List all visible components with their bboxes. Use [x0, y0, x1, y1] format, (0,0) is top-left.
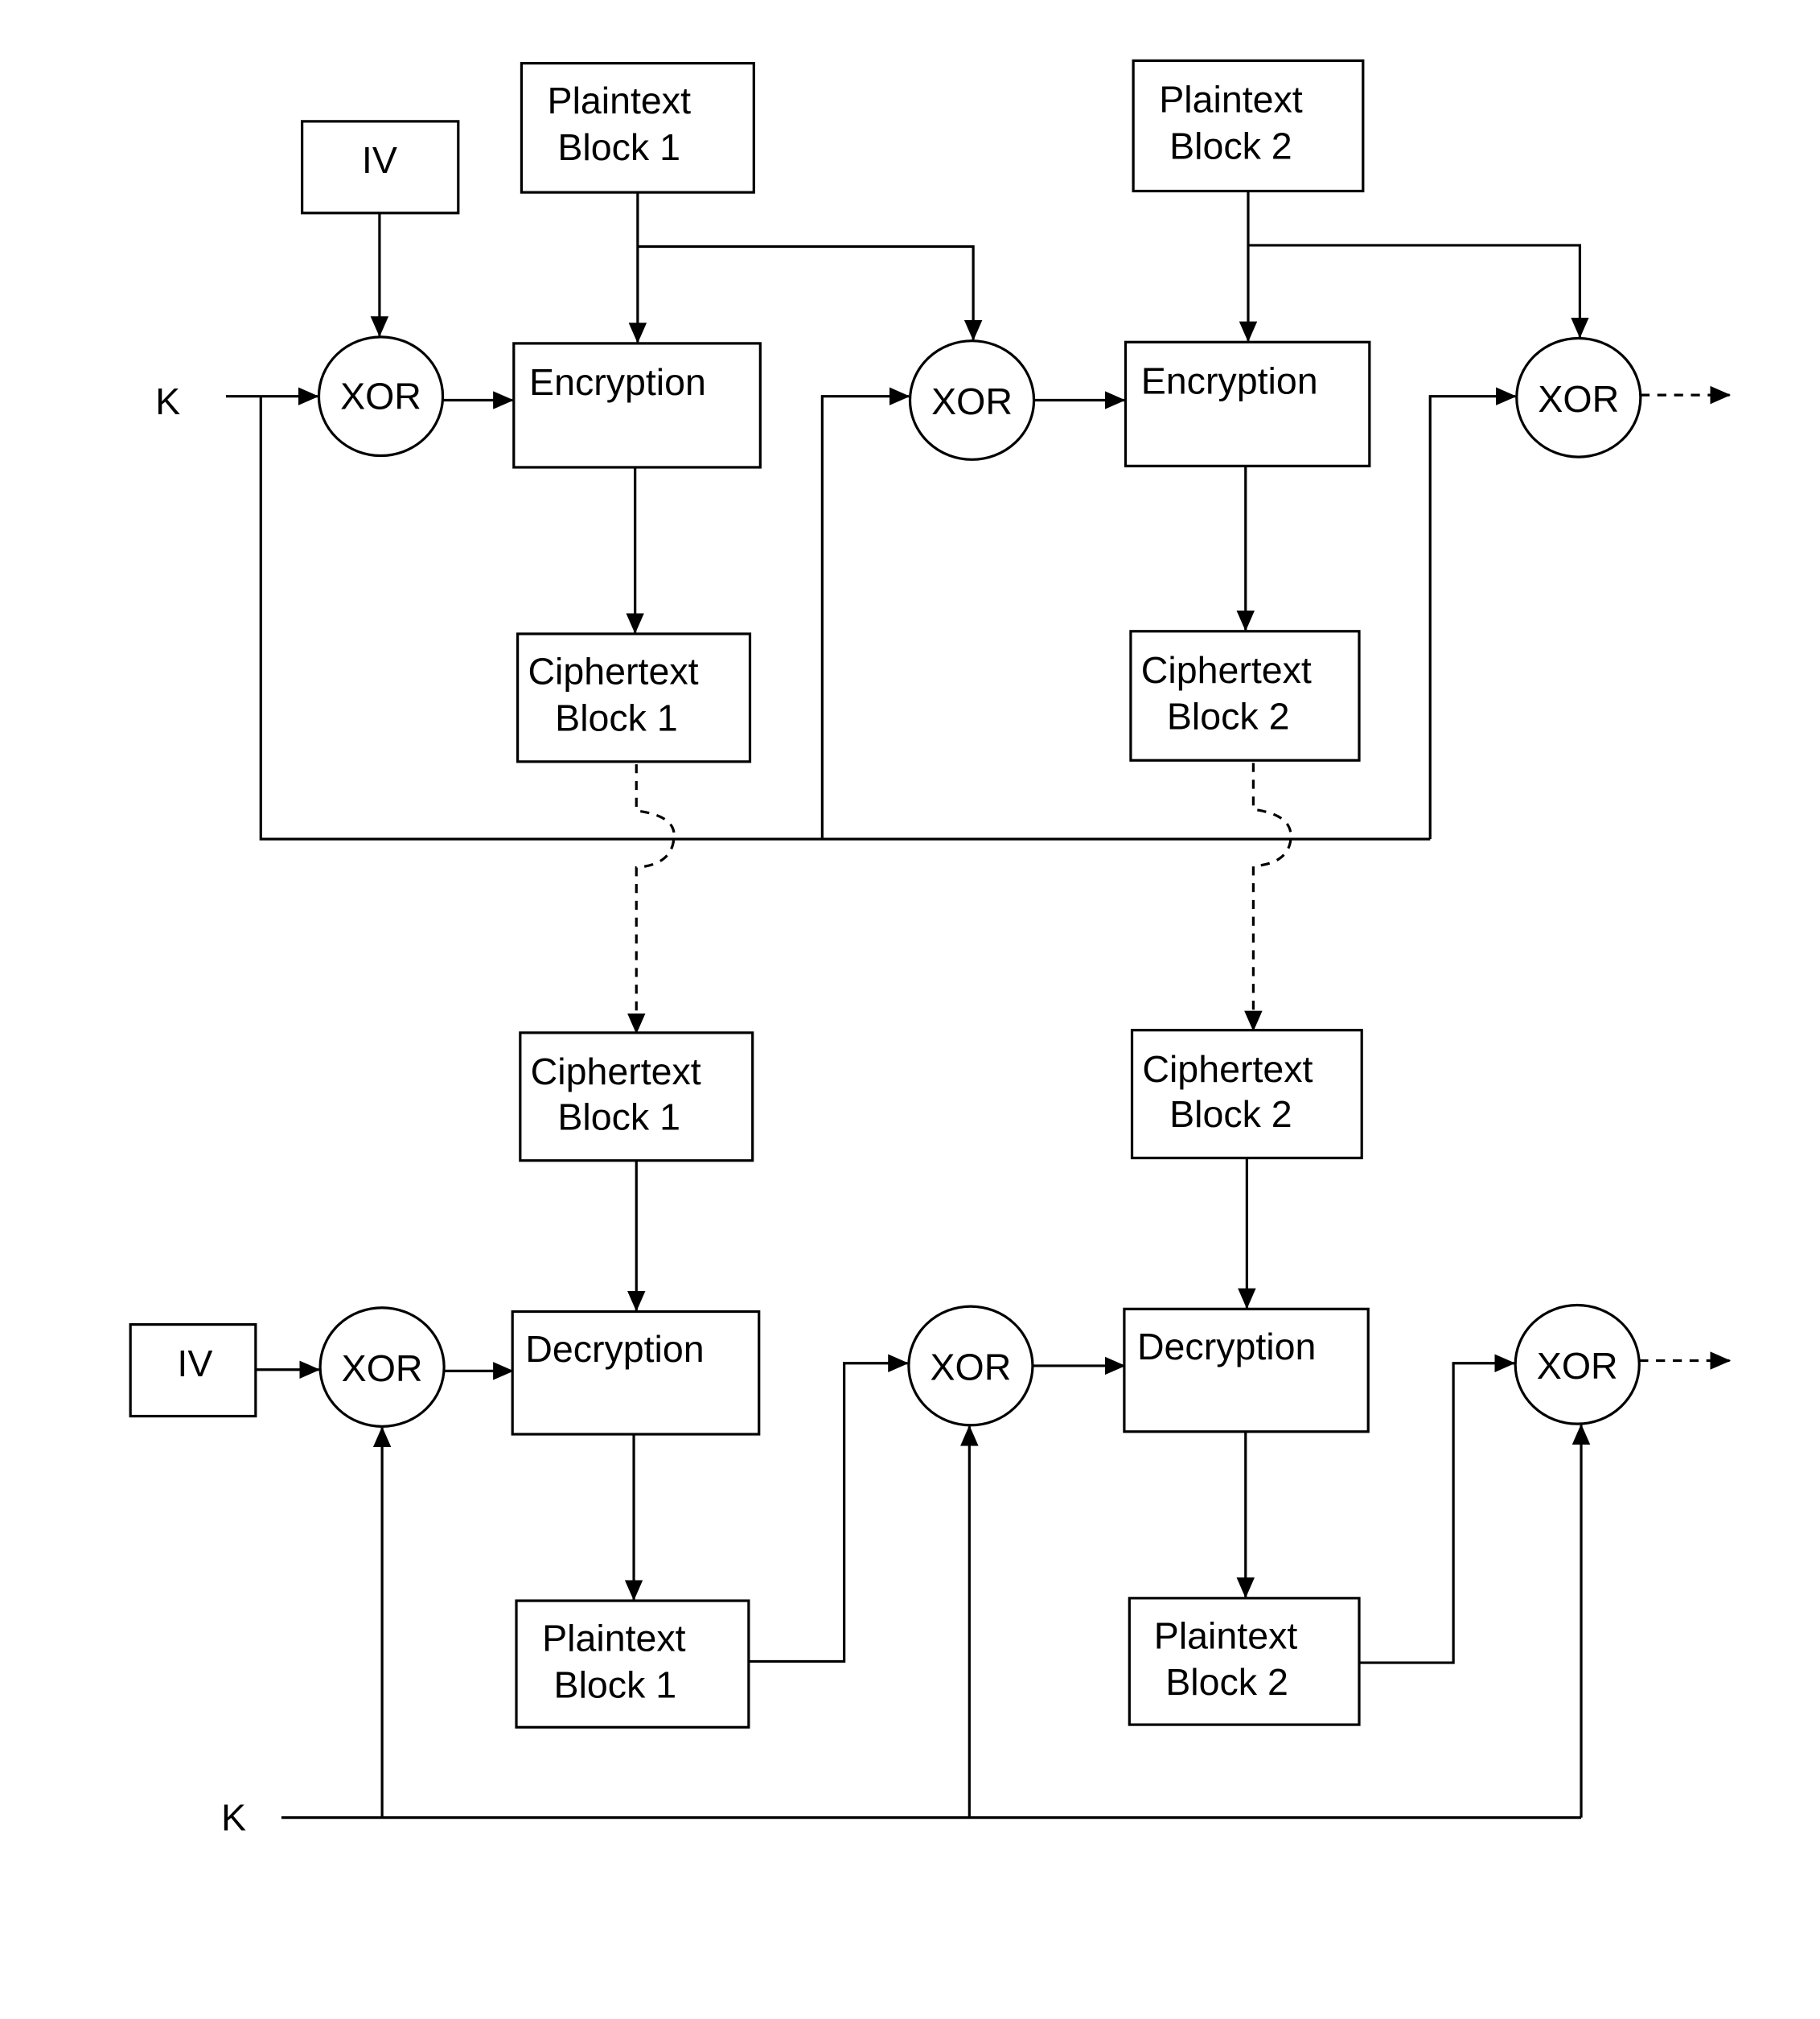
decryption-section: Ciphertext Block 1 Ciphertext Block 2 IV… [129, 1029, 1732, 1839]
plaintext-label-line1: Plaintext [548, 80, 692, 121]
ciphertext-label-line1: Ciphertext [1142, 1048, 1313, 1090]
xor-label: XOR [342, 1347, 423, 1389]
xor-label: XOR [1538, 378, 1619, 420]
ciphertext-label-line2: Block 2 [1169, 1093, 1292, 1135]
ciphertext-label-line1: Ciphertext [528, 651, 698, 693]
xor-node-bottom-3: XOR [1514, 1303, 1641, 1425]
plaintext-label-line2: Block 1 [557, 126, 680, 168]
connectors-top [225, 191, 1732, 841]
key-label-top: K [155, 380, 180, 422]
iv-box-bottom: IV [129, 1322, 257, 1418]
ciphertext-block-2-top: Ciphertext Block 2 [1129, 630, 1361, 762]
key-label-bottom: K [221, 1797, 246, 1839]
plaintext-block-1-top: Plaintext Block 1 [520, 62, 755, 194]
transfer-line-block-2 [1244, 763, 1292, 1032]
decryption-label: Decryption [525, 1328, 704, 1370]
xor-label: XOR [931, 1347, 1012, 1388]
encryption-section: K IV Plaintext Block 1 Plaintext Block 2… [155, 59, 1732, 1034]
ciphertext-block-2-bottom: Ciphertext Block 2 [1130, 1029, 1363, 1160]
iv-box-top: IV [301, 120, 460, 215]
ciphertext-label-line2: Block 1 [557, 1096, 680, 1137]
encryption-box-2: Encryption [1124, 340, 1371, 467]
xor-label: XOR [931, 380, 1013, 422]
plaintext-label-line1: Plaintext [1159, 79, 1303, 121]
xor-node-top-2: XOR [908, 339, 1036, 461]
xor-label: XOR [340, 376, 421, 417]
ciphertext-label-line1: Ciphertext [531, 1051, 701, 1092]
plaintext-label-line2: Block 2 [1165, 1661, 1288, 1703]
ciphertext-label-line2: Block 2 [1167, 696, 1290, 738]
ciphertext-label-line2: Block 1 [555, 697, 678, 738]
iv-label: IV [177, 1343, 212, 1384]
plaintext-block-2-top: Plaintext Block 2 [1132, 59, 1365, 193]
plaintext-label-line1: Plaintext [542, 1618, 686, 1659]
encryption-box-1: Encryption [512, 342, 762, 469]
plaintext-label-line1: Plaintext [1154, 1614, 1298, 1656]
encryption-label: Encryption [529, 361, 706, 403]
decryption-box-1: Decryption [511, 1310, 761, 1436]
encryption-label: Encryption [1141, 360, 1318, 401]
ciphertext-block-1-bottom: Ciphertext Block 1 [519, 1031, 754, 1162]
decryption-box-2: Decryption [1123, 1307, 1370, 1433]
connectors-bottom [255, 1158, 1732, 1820]
cipher-chain-diagram: K IV Plaintext Block 1 Plaintext Block 2… [129, 59, 1732, 1839]
plaintext-block-2-bottom: Plaintext Block 2 [1128, 1597, 1361, 1726]
plaintext-label-line2: Block 2 [1169, 125, 1292, 167]
ciphertext-block-1-top: Ciphertext Block 1 [516, 632, 752, 763]
decryption-label: Decryption [1137, 1326, 1316, 1367]
xor-node-top-1: XOR [317, 335, 445, 458]
plaintext-block-1-bottom: Plaintext Block 1 [515, 1599, 750, 1729]
xor-node-bottom-2: XOR [907, 1305, 1034, 1427]
transfer-line-block-1 [627, 764, 676, 1034]
xor-node-bottom-1: XOR [318, 1306, 446, 1428]
xor-label: XOR [1537, 1345, 1618, 1387]
iv-label: IV [362, 139, 397, 181]
ciphertext-label-line1: Ciphertext [1141, 649, 1312, 691]
xor-node-top-3: XOR [1515, 336, 1642, 458]
plaintext-label-line2: Block 1 [554, 1663, 677, 1705]
